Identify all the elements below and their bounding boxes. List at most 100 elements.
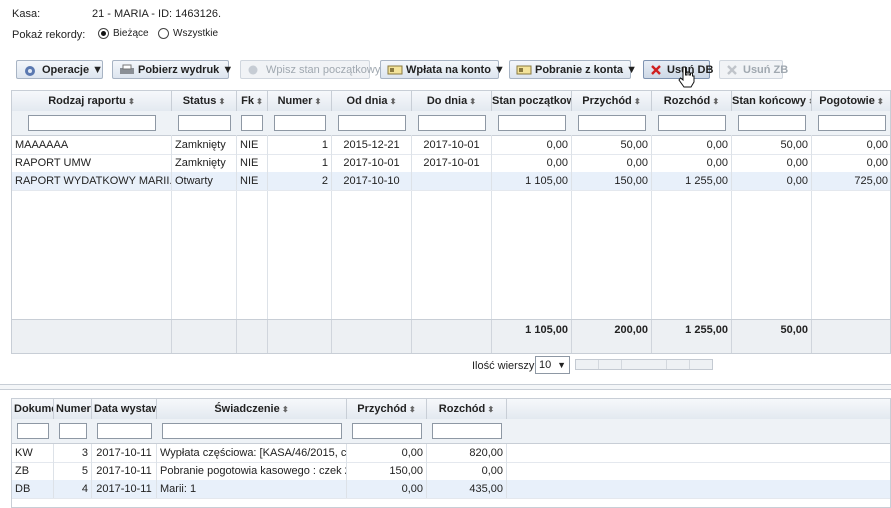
table-row[interactable]: RAPORT UMW Zamknięty NIE 1 2017-10-01 2017-10…	[12, 154, 890, 173]
doc-column-header-2[interactable]: Data wystawie	[92, 399, 157, 419]
sort-icon: ⬍	[216, 97, 226, 106]
table-cell: 0,00	[812, 154, 890, 172]
reports-table: Rodzaj raportu ⬍ Status ⬍ Fk ⬍ Numer ⬍ Od dn…	[11, 90, 891, 354]
total-cell: 1 105,00	[492, 320, 572, 353]
doc-filter-input-0[interactable]	[17, 423, 49, 439]
table-cell: 2017-10-01	[412, 154, 492, 172]
documents-table-header: DokumeNumer dData wystawieŚwiadczenie ⬍P…	[12, 399, 890, 420]
total-cell	[12, 320, 172, 353]
pobierz-wydruk-label: Pobierz wydruk ▼	[138, 63, 234, 76]
doc-filter-input-5[interactable]	[432, 423, 502, 439]
doc-filter-input-4[interactable]	[352, 423, 422, 439]
filter-input-9[interactable]	[738, 115, 806, 131]
documents-table-filter-row	[12, 419, 890, 444]
reports-table-filter-row	[12, 111, 890, 136]
column-header-9[interactable]: Stan końcowy ⬍	[732, 91, 812, 111]
column-header-3[interactable]: Numer ⬍	[268, 91, 332, 111]
usun-zb-button[interactable]: Usuń ZB	[719, 60, 788, 79]
pager-page-input[interactable]	[622, 360, 667, 369]
chevron-down-icon: ▼	[557, 360, 566, 370]
operacje-label: Operacje ▼	[42, 63, 104, 76]
column-header-label: Przychód	[582, 95, 632, 107]
table-cell: 725,00	[812, 172, 890, 190]
radio-wszystkie-indicator[interactable]	[158, 28, 169, 39]
sort-icon: ⬍	[874, 97, 884, 106]
table-row[interactable]: MAAAAAA Zamknięty NIE 1 2015-12-21 2017-10-01…	[12, 136, 890, 155]
money-icon	[516, 64, 532, 76]
filter-input-3[interactable]	[274, 115, 326, 131]
table-cell: 3	[54, 444, 92, 462]
delete-icon	[650, 64, 662, 76]
rows-per-page-value: 10	[539, 359, 552, 371]
table-cell: 0,00	[812, 136, 890, 154]
wplata-label: Wpłata na konto ▼	[406, 63, 505, 76]
column-header-2[interactable]: Fk ⬍	[237, 91, 268, 111]
column-header-label: Przychód	[357, 403, 407, 415]
table-cell: NIE	[237, 154, 268, 172]
radio-wszystkie[interactable]: Wszystkie	[158, 28, 218, 39]
pobierz-wydruk-button[interactable]: Pobierz wydruk ▼	[112, 60, 233, 79]
column-header-label: Stan początkowy	[492, 95, 571, 107]
column-header-1[interactable]: Status ⬍	[172, 91, 237, 111]
filter-input-10[interactable]	[818, 115, 886, 131]
table-cell: 150,00	[347, 462, 427, 480]
column-header-label: Pogotowie	[819, 95, 875, 107]
column-header-6[interactable]: Stan początkowy	[492, 91, 572, 111]
table-row[interactable]: KW 3 2017-10-11 Wypłata częściowa: [KASA/46…	[12, 444, 890, 463]
column-header-4[interactable]: Od dnia ⬍	[332, 91, 412, 111]
filter-input-7[interactable]	[578, 115, 646, 131]
doc-column-header-0[interactable]: Dokume	[12, 399, 54, 419]
sort-icon: ⬍	[631, 97, 641, 106]
column-header-10[interactable]: Pogotowie ⬍	[812, 91, 890, 111]
filter-input-8[interactable]	[658, 115, 726, 131]
sort-icon: ⬍	[406, 405, 416, 414]
filter-input-4[interactable]	[338, 115, 406, 131]
radio-biezace-indicator[interactable]	[98, 28, 109, 39]
table-cell: Otwarty	[172, 172, 237, 190]
pager-last-button[interactable]	[690, 360, 712, 369]
table-row[interactable]: RAPORT WYDATKOWY MARII. Otwarty NIE 2 2017-1…	[12, 172, 890, 191]
doc-filter-input-3[interactable]	[162, 423, 342, 439]
sort-icon: ⬍	[710, 97, 720, 106]
filter-input-2[interactable]	[241, 115, 263, 131]
table-cell: NIE	[237, 136, 268, 154]
pager-first-button[interactable]	[576, 360, 599, 369]
column-header-0[interactable]: Rodzaj raportu ⬍	[12, 91, 172, 111]
doc-filter-input-1[interactable]	[59, 423, 87, 439]
gear-icon	[23, 64, 37, 76]
total-cell	[412, 320, 492, 353]
filter-input-5[interactable]	[418, 115, 486, 131]
table-cell: 0,00	[732, 154, 812, 172]
table-cell: 150,00	[572, 172, 652, 190]
panel-splitter[interactable]	[0, 384, 891, 390]
rows-per-page-select[interactable]: 10 ▼	[535, 356, 570, 374]
doc-column-header-4[interactable]: Przychód ⬍	[347, 399, 427, 419]
wpisz-stan-button[interactable]: Wpisz stan początkowy	[240, 60, 380, 79]
table-cell: Wypłata częściowa: [KASA/46/2015, czek..…	[157, 444, 347, 462]
table-row[interactable]: DB 4 2017-10-11 Marii: 1 0,00 435,00	[12, 480, 890, 499]
sort-icon: ⬍	[253, 97, 263, 106]
wplata-button[interactable]: Wpłata na konto ▼	[380, 60, 505, 79]
doc-column-header-5[interactable]: Rozchód ⬍	[427, 399, 507, 419]
column-header-8[interactable]: Rozchód ⬍	[652, 91, 732, 111]
filter-input-6[interactable]	[498, 115, 566, 131]
table-row[interactable]: ZB 5 2017-10-11 Pobranie pogotowia kasowego…	[12, 462, 890, 481]
doc-column-header-1[interactable]: Numer d	[54, 399, 92, 419]
column-header-7[interactable]: Przychód ⬍	[572, 91, 652, 111]
doc-column-header-3[interactable]: Świadczenie ⬍	[157, 399, 347, 419]
kasa-label: Kasa:	[12, 8, 41, 20]
filter-input-0[interactable]	[28, 115, 156, 131]
radio-biezace-label: Bieżące	[113, 28, 149, 39]
radio-biezace[interactable]: Bieżące	[98, 28, 149, 39]
filter-input-1[interactable]	[178, 115, 231, 131]
operacje-button[interactable]: Operacje ▼	[16, 60, 103, 79]
total-cell: 50,00	[732, 320, 812, 353]
table-cell: 4	[54, 480, 92, 498]
column-header-label: Świadczenie	[214, 403, 280, 415]
pobranie-button[interactable]: Pobranie z konta ▼	[509, 60, 637, 79]
pager-prev-button[interactable]	[599, 360, 622, 369]
table-cell: 1	[268, 154, 332, 172]
pager-next-button[interactable]	[667, 360, 690, 369]
column-header-5[interactable]: Do dnia ⬍	[412, 91, 492, 111]
doc-filter-input-2[interactable]	[97, 423, 152, 439]
